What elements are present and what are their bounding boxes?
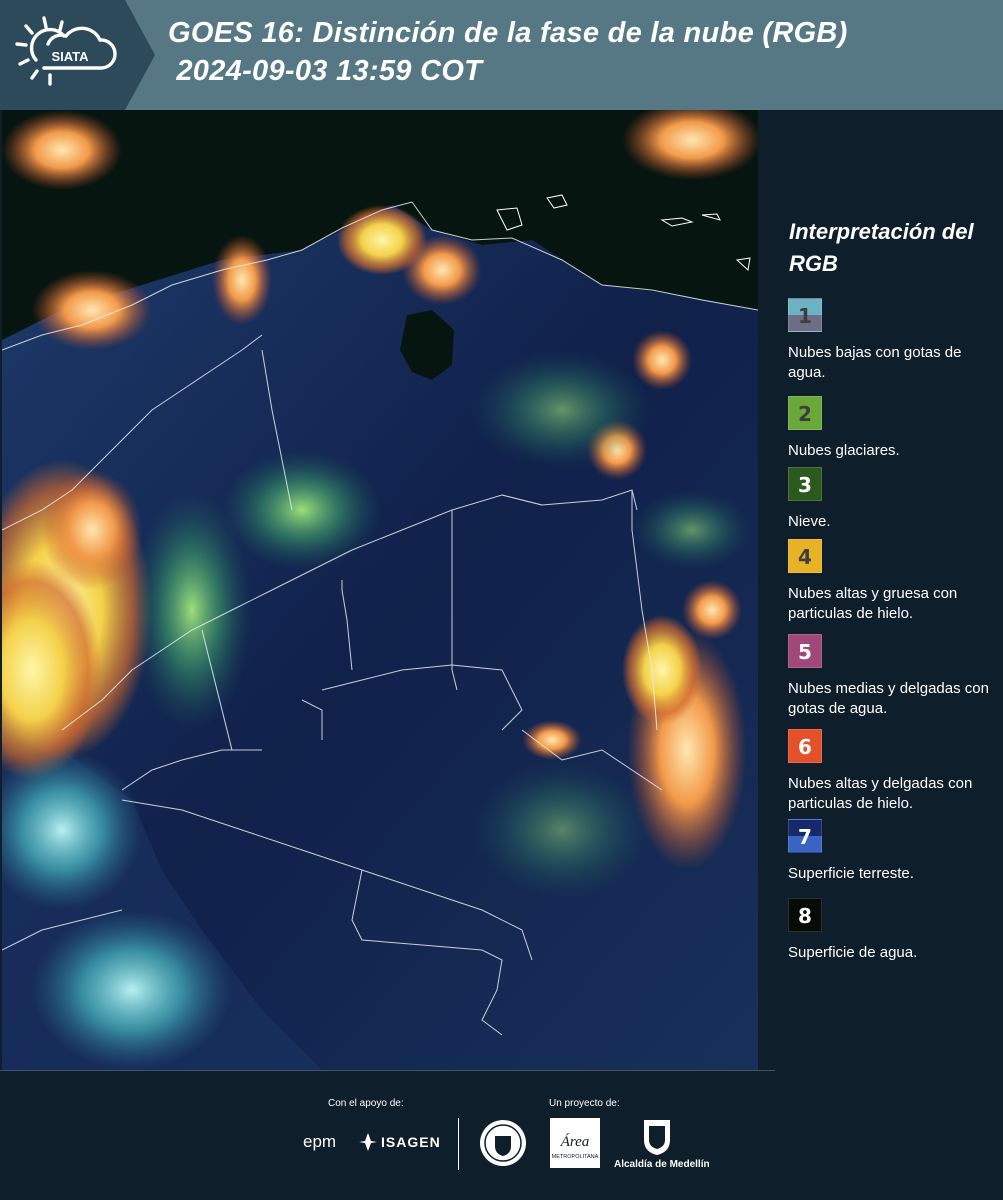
legend-number: 4 (798, 545, 812, 569)
legend-label: Superficie terreste. (788, 865, 914, 882)
legend-item: 5 Nubes medias y delgadas con gotas de ag… (788, 634, 993, 719)
legend-number: 5 (798, 640, 812, 664)
legend-label: Superficie de agua. (788, 944, 918, 961)
alcaldia-shield-icon (644, 1120, 670, 1155)
area-metropolitana-logo: Área METROPOLITANA (550, 1118, 600, 1168)
legend-title: Interpretación del RGB (789, 219, 974, 276)
legend-number: 7 (798, 825, 812, 849)
legend-swatch: 4 (788, 539, 822, 573)
legend-item: 6 Nubes altas y delgadas con particulas d… (788, 729, 993, 814)
project-label: Un proyecto de: (549, 1098, 620, 1109)
isagen-logo-icon (359, 1133, 377, 1151)
legend-label: Nubes glaciares. (788, 442, 900, 459)
legend-swatch: 1 (788, 298, 822, 332)
svg-text:METROPOLITANA: METROPOLITANA (552, 1154, 599, 1160)
legend-swatch: 8 (788, 898, 822, 932)
support-label: Con el apoyo de: (328, 1098, 404, 1109)
legend-label: Nieve. (788, 513, 831, 530)
footer-vertical-divider (458, 1118, 459, 1170)
legend-swatch: 2 (788, 396, 822, 430)
title-line-1: GOES 16: Distinción de la fase de la nub… (168, 17, 848, 49)
legend-swatch: 3 (788, 467, 822, 501)
legend-swatch: 5 (788, 634, 822, 668)
legend-item: 3 Nieve. (788, 467, 993, 532)
alcaldia-label: Alcaldía de Medellín (614, 1159, 710, 1170)
legend-label: Nubes altas y delgadas con particulas de… (788, 775, 973, 812)
legend-number: 1 (798, 304, 812, 328)
legend-label: Nubes medias y delgadas con gotas de agu… (788, 680, 989, 717)
satellite-map (2, 110, 758, 1070)
isagen-logo-text: ISAGEN (381, 1134, 441, 1150)
legend-number: 2 (798, 402, 812, 426)
svg-text:Área: Área (560, 1133, 590, 1150)
legend-number: 8 (798, 904, 812, 928)
siata-logo-icon: SIATA (15, 16, 117, 86)
legend-item: 7 Superficie terreste. (788, 819, 993, 884)
legend-swatch: 7 (788, 819, 822, 853)
legend-label: Nubes bajas con gotas de agua. (788, 344, 962, 381)
siata-logo-text: SIATA (51, 49, 89, 64)
legend-item: 8 Superficie de agua. (788, 898, 993, 963)
page-title: GOES 16: Distinción de la fase de la nub… (168, 14, 848, 90)
title-line-2: 2024-09-03 13:59 COT (168, 55, 483, 87)
legend-swatch: 6 (788, 729, 822, 763)
legend-item: 2 Nubes glaciares. (788, 396, 993, 461)
medellin-seal-icon (480, 1120, 526, 1166)
legend-number: 6 (798, 735, 812, 759)
legend-number: 3 (798, 473, 812, 497)
legend-label: Nubes altas y gruesa con particulas de h… (788, 585, 958, 622)
epm-logo-text: epm (303, 1132, 337, 1151)
legend-item: 1 Nubes bajas con gotas de agua. (788, 298, 993, 383)
footer-divider (0, 1070, 775, 1071)
legend-item: 4 Nubes altas y gruesa con particulas de … (788, 539, 993, 624)
